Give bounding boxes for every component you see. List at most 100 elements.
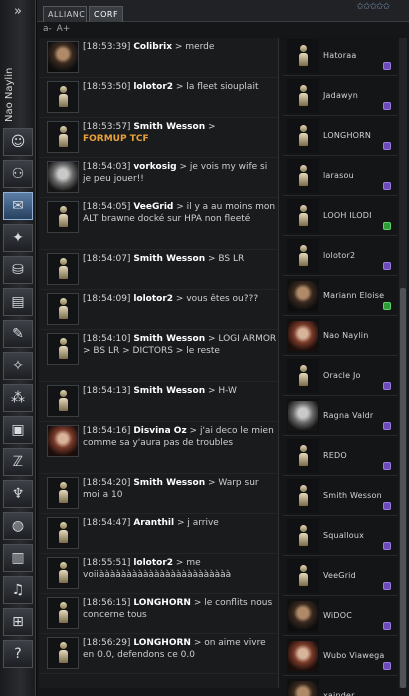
member-row[interactable]: Jadawyn (283, 76, 397, 116)
member-scrollbar[interactable] (399, 38, 407, 688)
message-portrait[interactable] (47, 161, 79, 193)
journal-icon[interactable]: ▤ (3, 288, 33, 316)
music-icon[interactable]: ♫ (3, 576, 33, 604)
message-author[interactable]: Colibrix (133, 42, 172, 52)
message-portrait[interactable] (47, 121, 79, 153)
help-icon[interactable]: ? (3, 640, 33, 668)
message-author[interactable]: lolotor2 (133, 294, 173, 304)
member-row[interactable]: Mariann Eloise (283, 276, 397, 316)
message-separator: > (205, 386, 219, 396)
message-author[interactable]: Disvina Oz (133, 426, 186, 436)
member-portrait[interactable] (287, 559, 319, 593)
member-portrait[interactable] (287, 319, 319, 353)
starmap-icon[interactable]: ✧ (3, 352, 33, 380)
message-list[interactable]: [18:53:39] Colibrix > merde [18:53:50] lo… (39, 38, 279, 688)
message-portrait[interactable] (47, 333, 79, 365)
member-portrait[interactable] (287, 119, 319, 153)
message-author[interactable]: Smith Wesson (133, 386, 205, 396)
font-smaller-button[interactable]: a- (43, 24, 52, 34)
expand-neocom-icon[interactable]: » (8, 4, 28, 20)
member-row[interactable]: VeeGrid (283, 556, 397, 596)
member-portrait[interactable] (287, 679, 319, 696)
message-author[interactable]: LONGHORN (133, 598, 191, 608)
tab-corp[interactable]: CORF (89, 6, 123, 22)
log-icon[interactable]: ▥ (3, 544, 33, 572)
member-row[interactable]: WiDOC (283, 596, 397, 636)
member-portrait[interactable] (287, 79, 319, 113)
member-row[interactable]: LOOH ILODI (283, 196, 397, 236)
message-author[interactable]: vorkosig (133, 162, 176, 172)
member-portrait[interactable] (287, 599, 319, 633)
message-author[interactable]: Smith Wesson (133, 478, 205, 488)
message-portrait[interactable] (47, 477, 79, 509)
member-row[interactable]: Nao Naylin (283, 316, 397, 356)
member-row[interactable]: REDO (283, 436, 397, 476)
pilot-silhouette-icon (56, 206, 70, 228)
message-portrait[interactable] (47, 597, 79, 629)
skills-icon[interactable]: ℤ (3, 448, 33, 476)
message-author[interactable]: Smith Wesson (133, 254, 205, 264)
member-row[interactable]: xainder (283, 676, 397, 696)
message-author[interactable]: lolotor2 (133, 558, 173, 568)
mail-icon[interactable]: ✉ (3, 192, 33, 220)
pilot-silhouette-icon (296, 165, 310, 187)
member-portrait[interactable] (287, 519, 319, 553)
message-portrait[interactable] (47, 81, 79, 113)
font-larger-button[interactable]: A+ (57, 24, 71, 34)
people-icon[interactable]: ⚇ (3, 160, 33, 188)
message-portrait[interactable] (47, 41, 79, 73)
message-portrait[interactable] (47, 253, 79, 285)
notepad-icon[interactable]: ✎ (3, 320, 33, 348)
member-row[interactable]: Ragna Valdr (283, 396, 397, 436)
member-portrait[interactable] (287, 239, 319, 273)
member-row[interactable]: LONGHORN (283, 116, 397, 156)
message-portrait[interactable] (47, 517, 79, 549)
message-author[interactable]: Smith Wesson (133, 122, 205, 132)
alliance-icon[interactable]: ◍ (3, 512, 33, 540)
member-row[interactable]: Wubo Viawega (283, 636, 397, 676)
message-portrait[interactable] (47, 201, 79, 233)
message-author[interactable]: Smith Wesson (133, 334, 205, 344)
message-portrait[interactable] (47, 557, 79, 589)
member-portrait[interactable] (287, 39, 319, 73)
message-portrait[interactable] (47, 385, 79, 417)
message-portrait[interactable] (47, 637, 79, 669)
tab-alliance[interactable]: ALLIANC (43, 6, 87, 22)
member-portrait[interactable] (287, 199, 319, 233)
fleet-icon[interactable]: ⁂ (3, 384, 33, 412)
map-icon[interactable]: ✦ (3, 224, 33, 252)
pilot-silhouette-icon (56, 642, 70, 664)
message-author[interactable]: lolotor2 (133, 82, 173, 92)
message-text: [18:54:20] Smith Wesson > Warp sur moi a… (83, 474, 278, 501)
member-portrait[interactable] (287, 399, 319, 433)
member-portrait[interactable] (287, 159, 319, 193)
member-portrait[interactable] (287, 279, 319, 313)
corporation-icon[interactable]: ♆ (3, 480, 33, 508)
standing-purple-icon (383, 502, 391, 510)
member-portrait[interactable] (287, 439, 319, 473)
member-scroll-thumb[interactable] (400, 288, 406, 688)
member-portrait[interactable] (287, 359, 319, 393)
message-highlight: FORMUP TCF (83, 134, 149, 144)
member-row[interactable]: Oracle Jo (283, 356, 397, 396)
member-row[interactable]: lolotor2 (283, 236, 397, 276)
character-icon[interactable]: ☺ (3, 128, 33, 156)
message-author[interactable]: VeeGrid (133, 202, 173, 212)
member-list[interactable]: Hatoraa Jadawyn LONGHORN larasou LOOH ILODI l… (283, 36, 397, 696)
chat-message: [18:54:20] Smith Wesson > Warp sur moi a… (39, 474, 278, 514)
member-row[interactable]: Squalloux (283, 516, 397, 556)
market-icon[interactable]: ⛁ (3, 256, 33, 284)
message-portrait[interactable] (47, 293, 79, 325)
member-row[interactable]: larasou (283, 156, 397, 196)
message-separator: > (205, 254, 219, 264)
message-author[interactable]: Aranthil (133, 518, 174, 528)
cargo-icon[interactable]: ▣ (3, 416, 33, 444)
calculator-icon[interactable]: ⊞ (3, 608, 33, 636)
member-row[interactable]: Smith Wesson (283, 476, 397, 516)
member-row[interactable]: Hatoraa (283, 36, 397, 76)
message-author[interactable]: LONGHORN (133, 638, 191, 648)
member-portrait[interactable] (287, 639, 319, 673)
message-portrait[interactable] (47, 425, 79, 457)
member-portrait[interactable] (287, 479, 319, 513)
standing-purple-icon (383, 542, 391, 550)
